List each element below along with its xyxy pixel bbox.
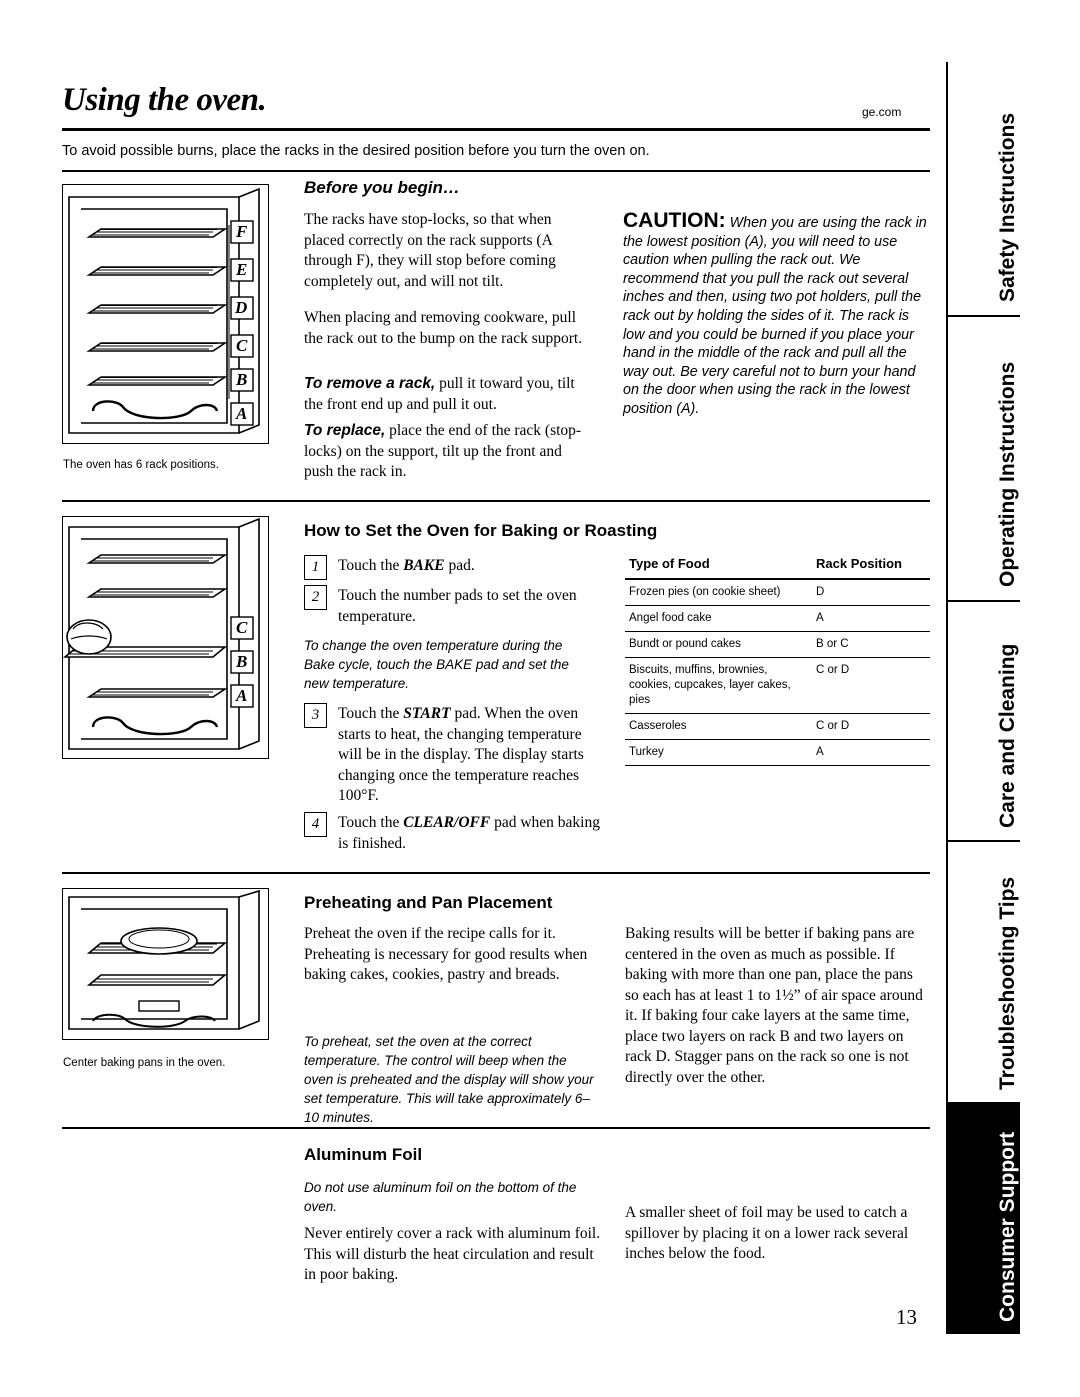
svg-text:D: D	[234, 298, 247, 317]
table-row: Casseroles C or D	[625, 713, 930, 740]
tab-label-care-and-cleaning: Care and Cleaning	[996, 643, 1019, 828]
rack-value: D	[802, 579, 930, 606]
figure3-caption: Center baking pans in the oven.	[63, 1057, 226, 1069]
oven-racks-drawing: F E D C B A	[68, 187, 260, 434]
foil-p1: Never entirely cover a rack with aluminu…	[304, 1225, 601, 1283]
oven-racks-figure: F E D C B A	[62, 184, 269, 444]
rack-value: B or C	[802, 631, 930, 658]
caution-label: CAUTION:	[623, 209, 726, 232]
preheating-p2: Baking results will be better if baking …	[625, 925, 923, 1086]
tab-care-and-cleaning[interactable]: Care and Cleaning	[948, 600, 1020, 842]
foil-p2: A smaller sheet of foil may be used to c…	[625, 1204, 909, 1262]
manual-page: Using the oven. ge.com To avoid possible…	[0, 0, 1080, 1397]
replace-rack-lead: To replace,	[304, 422, 386, 439]
step1-pad: BAKE	[403, 557, 445, 574]
rule-baking	[62, 500, 930, 502]
heading-before-you-begin: Before you begin…	[304, 178, 460, 197]
table-header-food: Type of Food	[625, 552, 802, 580]
table-row: Frozen pies (on cookie sheet) D	[625, 579, 930, 606]
rack-value: A	[802, 605, 930, 632]
step-text-4: Touch the CLEAR/OFF pad when baking is f…	[338, 813, 600, 854]
tab-label-safety-instructions: Safety Instructions	[996, 112, 1019, 302]
svg-text:A: A	[235, 686, 247, 705]
caution-text: When you are using the rack in the lowes…	[623, 215, 927, 417]
page-number: 13	[896, 1305, 917, 1329]
section-tab-bar: Safety Instructions Operating Instructio…	[946, 62, 1020, 1334]
tab-label-troubleshooting-tips: Troubleshooting Tips	[996, 876, 1019, 1090]
step-number-4: 4	[304, 812, 327, 837]
tab-safety-instructions[interactable]: Safety Instructions	[948, 62, 1020, 317]
svg-text:A: A	[235, 404, 247, 423]
step-text-1: Touch the BAKE pad.	[338, 556, 598, 577]
svg-text:C: C	[236, 336, 248, 355]
step1-post: pad.	[444, 557, 475, 574]
food-name: Biscuits, muffins, brownies, cookies, cu…	[625, 657, 802, 714]
caution-block: CAUTION: When you are using the rack in …	[623, 209, 933, 419]
rule-foil	[62, 1127, 930, 1129]
food-name: Bundt or pound cakes	[625, 631, 802, 658]
rule-preheating	[62, 872, 930, 874]
website-url: ge.com	[862, 105, 902, 119]
table-row: Angel food cake A	[625, 605, 930, 632]
step4-pre: Touch the	[338, 814, 404, 831]
intro-text: To avoid possible burns, place the racks…	[62, 143, 650, 159]
heading-baking: How to Set the Oven for Baking or Roasti…	[304, 521, 658, 540]
step3-pad: START	[403, 705, 451, 722]
step-number-1: 1	[304, 555, 327, 580]
before-begin-p1: The racks have stop-locks, so that when …	[304, 211, 556, 290]
before-begin-p4: To replace, place the end of the rack (s…	[304, 421, 594, 483]
rack-removal-figure: C B A	[62, 516, 269, 759]
foil-note: Do not use aluminum foil on the bottom o…	[304, 1180, 577, 1214]
before-begin-p3: To remove a rack, pull it toward you, ti…	[304, 374, 594, 415]
step-text-3: Touch the START pad. When the oven start…	[338, 704, 600, 807]
step1-pre: Touch the	[338, 557, 404, 574]
step-number-2: 2	[304, 585, 327, 610]
before-begin-p2: When placing and removing cookware, pull…	[304, 309, 583, 347]
step3-pre: Touch the	[338, 705, 404, 722]
heading-aluminum-foil: Aluminum Foil	[304, 1145, 423, 1164]
svg-text:B: B	[235, 652, 247, 671]
food-name: Turkey	[625, 739, 802, 766]
table-row: Bundt or pound cakes B or C	[625, 631, 930, 658]
tab-label-consumer-support: Consumer Support	[996, 1131, 1019, 1322]
preheating-p1: Preheat the oven if the recipe calls for…	[304, 925, 588, 983]
table-header-rack: Rack Position	[802, 552, 930, 580]
svg-text:B: B	[235, 370, 247, 389]
step-text-2: Touch the number pads to set the oven te…	[338, 587, 577, 625]
baking-note: To change the oven temperature during th…	[304, 638, 569, 691]
center-pans-figure	[62, 888, 269, 1040]
table-row: Turkey A	[625, 739, 930, 766]
rack-removal-drawing: C B A	[63, 517, 260, 750]
table-header-row: Type of Food Rack Position	[625, 552, 930, 580]
food-name: Casseroles	[625, 713, 802, 740]
rack-position-table: Type of Food Rack Position Frozen pies (…	[625, 552, 930, 766]
svg-text:F: F	[235, 222, 248, 241]
table-row: Biscuits, muffins, brownies, cookies, cu…	[625, 657, 930, 714]
preheating-note: To preheat, set the oven at the correct …	[304, 1034, 594, 1125]
tab-label-operating-instructions: Operating Instructions	[996, 361, 1019, 587]
header-rule	[62, 128, 930, 131]
food-name: Frozen pies (on cookie sheet)	[625, 579, 802, 606]
tab-troubleshooting-tips[interactable]: Troubleshooting Tips	[948, 840, 1020, 1104]
page-title: Using the oven.	[62, 82, 267, 118]
step4-pad: CLEAR/OFF	[403, 814, 491, 831]
svg-text:C: C	[236, 618, 248, 637]
heading-preheating: Preheating and Pan Placement	[304, 893, 553, 912]
step-number-3: 3	[304, 703, 327, 728]
center-pans-drawing	[68, 889, 260, 1030]
intro-rule	[62, 170, 930, 172]
tab-consumer-support[interactable]: Consumer Support	[948, 1102, 1020, 1334]
rack-value: C or D	[802, 657, 930, 714]
figure1-caption: The oven has 6 rack positions.	[63, 459, 219, 471]
svg-text:E: E	[235, 260, 247, 279]
food-name: Angel food cake	[625, 605, 802, 632]
rack-value: A	[802, 739, 930, 766]
remove-rack-lead: To remove a rack,	[304, 375, 436, 392]
tab-operating-instructions[interactable]: Operating Instructions	[948, 315, 1020, 602]
rack-value: C or D	[802, 713, 930, 740]
